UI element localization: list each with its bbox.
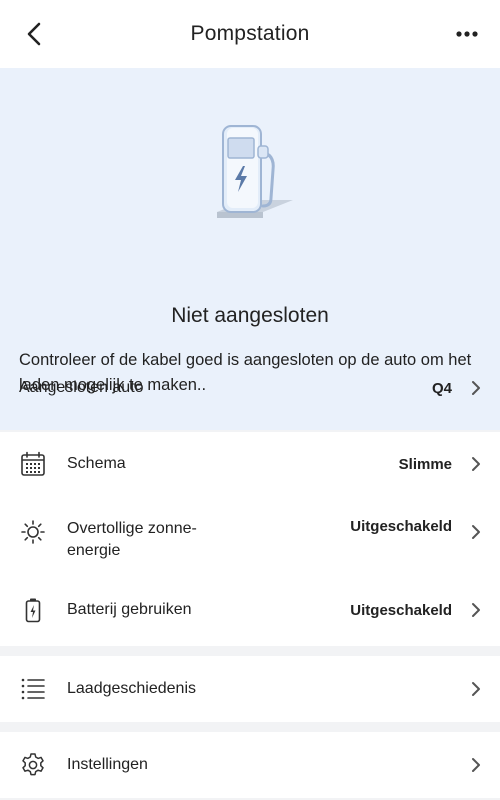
chevron-right-icon — [472, 758, 480, 772]
charging-history-row[interactable]: Laadgeschiedenis — [0, 669, 500, 709]
sun-icon — [21, 520, 45, 544]
use-battery-label: Batterij gebruiken — [67, 601, 192, 618]
surplus-solar-value: Uitgeschakeld — [350, 518, 452, 535]
settings-card: Schema Slimme Overtollige zonne- energie — [0, 432, 500, 646]
connected-car-label: Aangesloten auto — [19, 379, 144, 396]
page-title: Pompstation — [190, 22, 310, 45]
use-battery-row[interactable]: Batterij gebruiken Uitgeschakeld — [0, 590, 500, 630]
settings-label: Instellingen — [67, 756, 148, 773]
charging-station-icon — [217, 125, 293, 218]
schedule-value: Slimme — [398, 455, 452, 473]
back-button[interactable] — [18, 18, 50, 50]
gear-icon — [22, 753, 44, 776]
chevron-right-icon — [472, 682, 480, 696]
charging-history-label: Laadgeschiedenis — [67, 680, 196, 697]
surplus-solar-label-line1: Overtollige zonne- — [67, 520, 197, 537]
surplus-solar-row[interactable]: Overtollige zonne- energie Uitgeschakeld — [0, 512, 500, 572]
chevron-right-icon — [472, 381, 480, 395]
schedule-row[interactable]: Schema Slimme — [0, 444, 500, 484]
chevron-left-icon — [27, 22, 41, 46]
surplus-solar-label-line2: energie — [67, 542, 121, 559]
more-horizontal-icon — [456, 31, 478, 37]
more-options-button[interactable] — [450, 18, 484, 50]
history-card: Laadgeschiedenis — [0, 656, 500, 722]
chevron-right-icon — [472, 457, 480, 471]
calendar-icon — [21, 451, 45, 476]
chevron-right-icon — [472, 525, 480, 539]
connected-car-value: Q4 — [431, 379, 452, 397]
connection-status-panel: Niet aangesloten Controleer of de kabel … — [0, 68, 500, 430]
battery-icon — [25, 598, 41, 623]
connected-car-row[interactable]: Aangesloten auto Q4 — [0, 368, 500, 408]
schedule-label: Schema — [67, 455, 126, 472]
instellingen-card: Instellingen — [0, 732, 500, 798]
settings-row[interactable]: Instellingen — [0, 745, 500, 785]
status-title: Niet aangesloten — [171, 304, 329, 327]
list-icon — [21, 678, 45, 700]
use-battery-value: Uitgeschakeld — [350, 601, 452, 619]
top-bar: Pompstation — [0, 0, 500, 68]
chevron-right-icon — [472, 603, 480, 617]
